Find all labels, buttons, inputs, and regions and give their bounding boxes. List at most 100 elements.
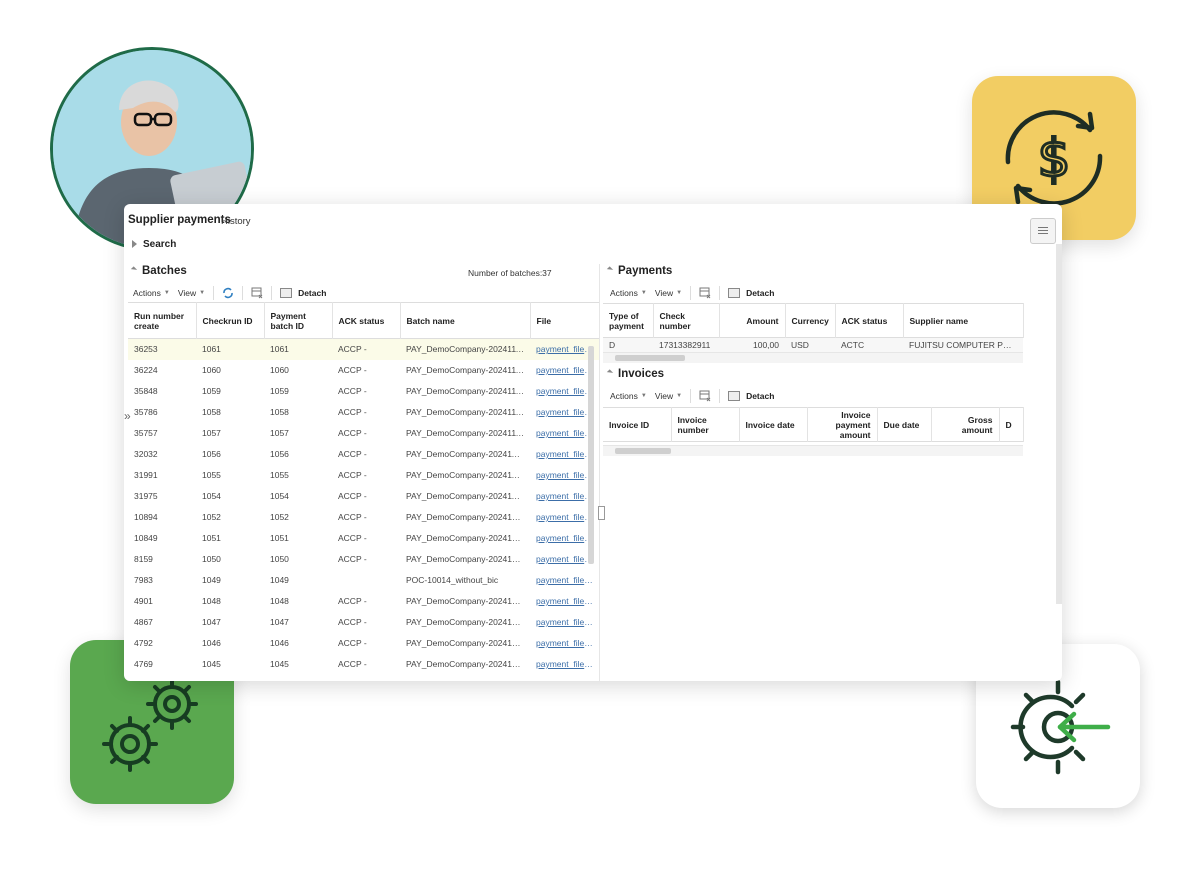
view-menu[interactable]: View ▼ [655,288,682,298]
column-header[interactable]: Type of payment [603,303,654,338]
table-cell[interactable]: payment_file_02 [530,633,599,654]
scroll-thumb[interactable] [615,448,671,454]
collapse-icon [606,369,614,376]
table-cell: 17313382911 [659,339,711,350]
payments-section-header[interactable]: Payments [606,265,673,277]
table-cell: 100,00 [753,339,779,350]
column-header[interactable]: ACK status [835,303,904,338]
table-row[interactable]: 31991 1055 1055 ACCP - PAY_DemoCompany-20241… [128,465,599,486]
table-cell: ACCP - [338,407,367,417]
view-menu[interactable]: View ▼ [655,391,682,401]
table-cell[interactable]: payment_file_02 [530,675,599,681]
scroll-thumb[interactable] [615,355,685,361]
hamburger-menu-icon[interactable] [1030,218,1056,244]
table-row[interactable]: 32032 1056 1056 ACCP - PAY_DemoCompany-20241… [128,444,599,465]
batches-section-header[interactable]: Batches [130,265,187,277]
table-cell[interactable]: payment_file_02 [530,654,599,675]
actions-menu[interactable]: Actions ▼ [610,288,647,298]
search-label: Search [143,239,177,250]
table-row[interactable]: 4769 1045 1045 ACCP - PAY_DemoCompany-202410… [128,654,599,675]
table-row[interactable]: 35848 1059 1059 ACCP - PAY_DemoCompany-20241… [128,381,599,402]
column-header[interactable]: Due date [877,407,932,442]
page-scrollbar[interactable] [1056,244,1062,604]
detach-button[interactable]: Detach [280,288,326,298]
payments-horizontal-scrollbar[interactable] [603,352,1023,363]
column-header[interactable]: ACK status [332,302,401,339]
table-row[interactable]: 4792 1046 1046 ACCP - PAY_DemoCompany-202410… [128,633,599,654]
table-row[interactable]: 10894 1052 1052 ACCP - PAY_DemoCompany-20241… [128,507,599,528]
table-row[interactable]: 10849 1051 1051 ACCP - PAY_DemoCompany-20241… [128,528,599,549]
invoices-section-header[interactable]: Invoices [606,368,664,380]
column-header[interactable]: Gross amount [931,407,1000,442]
table-row[interactable]: 4901 1048 1048 ACCP - PAY_DemoCompany-202410… [128,591,599,612]
table-cell: PAY_DemoCompany-20241106121... [406,491,530,501]
table-cell: 36253 [134,344,158,355]
detach-button[interactable]: Detach [728,391,774,401]
column-header[interactable]: File [530,302,599,339]
table-cell: 1061 [270,344,289,355]
table-cell: ACCP - [338,617,367,627]
table-row[interactable]: 8159 1050 1050 ACCP - PAY_DemoCompany-202410… [128,549,599,570]
table-row[interactable]: 36253 1061 1061 ACCP - PAY_DemoCompany-20241… [128,338,599,360]
column-header[interactable]: Amount [719,303,786,338]
freeze-columns-icon[interactable] [699,390,711,402]
column-header[interactable]: Currency [785,303,836,338]
table-header-row: Invoice ID Invoice number Invoice date Invo… [603,407,1024,442]
table-cell: 1056 [270,449,289,459]
table-cell: 1059 [270,386,289,396]
view-menu[interactable]: View ▼ [178,288,205,298]
table-row[interactable]: 439010441044ACCP -PAY_DemoCompany-202410… [128,675,599,681]
table-cell: ACCP - [332,675,400,681]
table-cell[interactable]: payment_file_02 [530,570,599,591]
table-row[interactable]: 36224 1060 1060 ACCP - PAY_DemoCompany-20241… [128,360,599,381]
table-cell: 1052 [270,512,289,522]
table-cell: ACCP - [338,386,367,396]
history-link[interactable]: History [221,216,251,227]
freeze-columns-icon[interactable] [699,287,711,299]
batches-scrollbar[interactable] [588,346,594,564]
batches-table: Run number create Checkrun ID Payment batc… [128,302,599,681]
table-cell: PAY_DemoCompany-2024100809... [406,554,530,564]
table-cell: 1052 [202,512,221,522]
table-row[interactable]: 35757 1057 1057 ACCP - PAY_DemoCompany-20241… [128,423,599,444]
column-header[interactable]: Check number [653,303,720,338]
column-header[interactable]: Checkrun ID [196,302,265,339]
actions-menu[interactable]: Actions ▼ [133,288,170,298]
column-header[interactable]: Invoice payment amount [807,407,878,442]
table-cell: 1050 [270,554,289,564]
table-row[interactable]: D 17313382911 100,00 USD ACTC FUJITSU COMPUTE… [603,337,1023,352]
table-cell: 1047 [202,617,221,627]
detach-label: Detach [746,288,775,298]
actions-menu[interactable]: Actions ▼ [610,391,647,401]
search-section-toggle[interactable]: Search [132,239,176,250]
toolbar-divider [690,286,692,300]
detach-button[interactable]: Detach [728,288,774,298]
table-header-row: Type of payment Check number Amount Currenc… [603,303,1024,338]
invoices-horizontal-scrollbar[interactable] [603,445,1023,456]
table-cell: ACCP - [338,554,367,564]
actions-label: Actions [610,391,638,401]
table-cell: PAY_DemoCompany-2024100409... [406,617,530,627]
table-cell[interactable]: payment_file_02 [530,591,599,612]
column-header[interactable]: D [999,407,1024,442]
table-cell: 1060 [270,365,289,375]
table-row[interactable]: 7983 1049 1049 POC-10014_without_bic payment… [128,570,599,591]
table-row[interactable]: 4867 1047 1047 ACCP - PAY_DemoCompany-202410… [128,612,599,633]
freeze-columns-icon[interactable] [251,287,263,299]
column-header[interactable]: Payment batch ID [264,302,333,339]
column-header[interactable]: Invoice number [671,407,740,442]
detach-label: Detach [746,391,775,401]
table-cell: ACCP - [338,344,367,355]
refresh-icon[interactable] [222,287,234,299]
detach-icon [728,288,741,298]
column-header[interactable]: Invoice ID [603,407,672,442]
column-header[interactable]: Run number create [128,302,197,339]
column-header[interactable]: Batch name [400,302,531,339]
column-header[interactable]: Supplier name [903,303,1024,338]
column-header[interactable]: Invoice date [739,407,808,442]
table-cell[interactable]: payment_file_02 [530,612,599,633]
table-row[interactable]: 31975 1054 1054 ACCP - PAY_DemoCompany-20241… [128,486,599,507]
pane-splitter-handle[interactable] [598,506,605,520]
table-row[interactable]: 35786 1058 1058 ACCP - PAY_DemoCompany-20241… [128,402,599,423]
payments-title: Payments [618,265,673,277]
